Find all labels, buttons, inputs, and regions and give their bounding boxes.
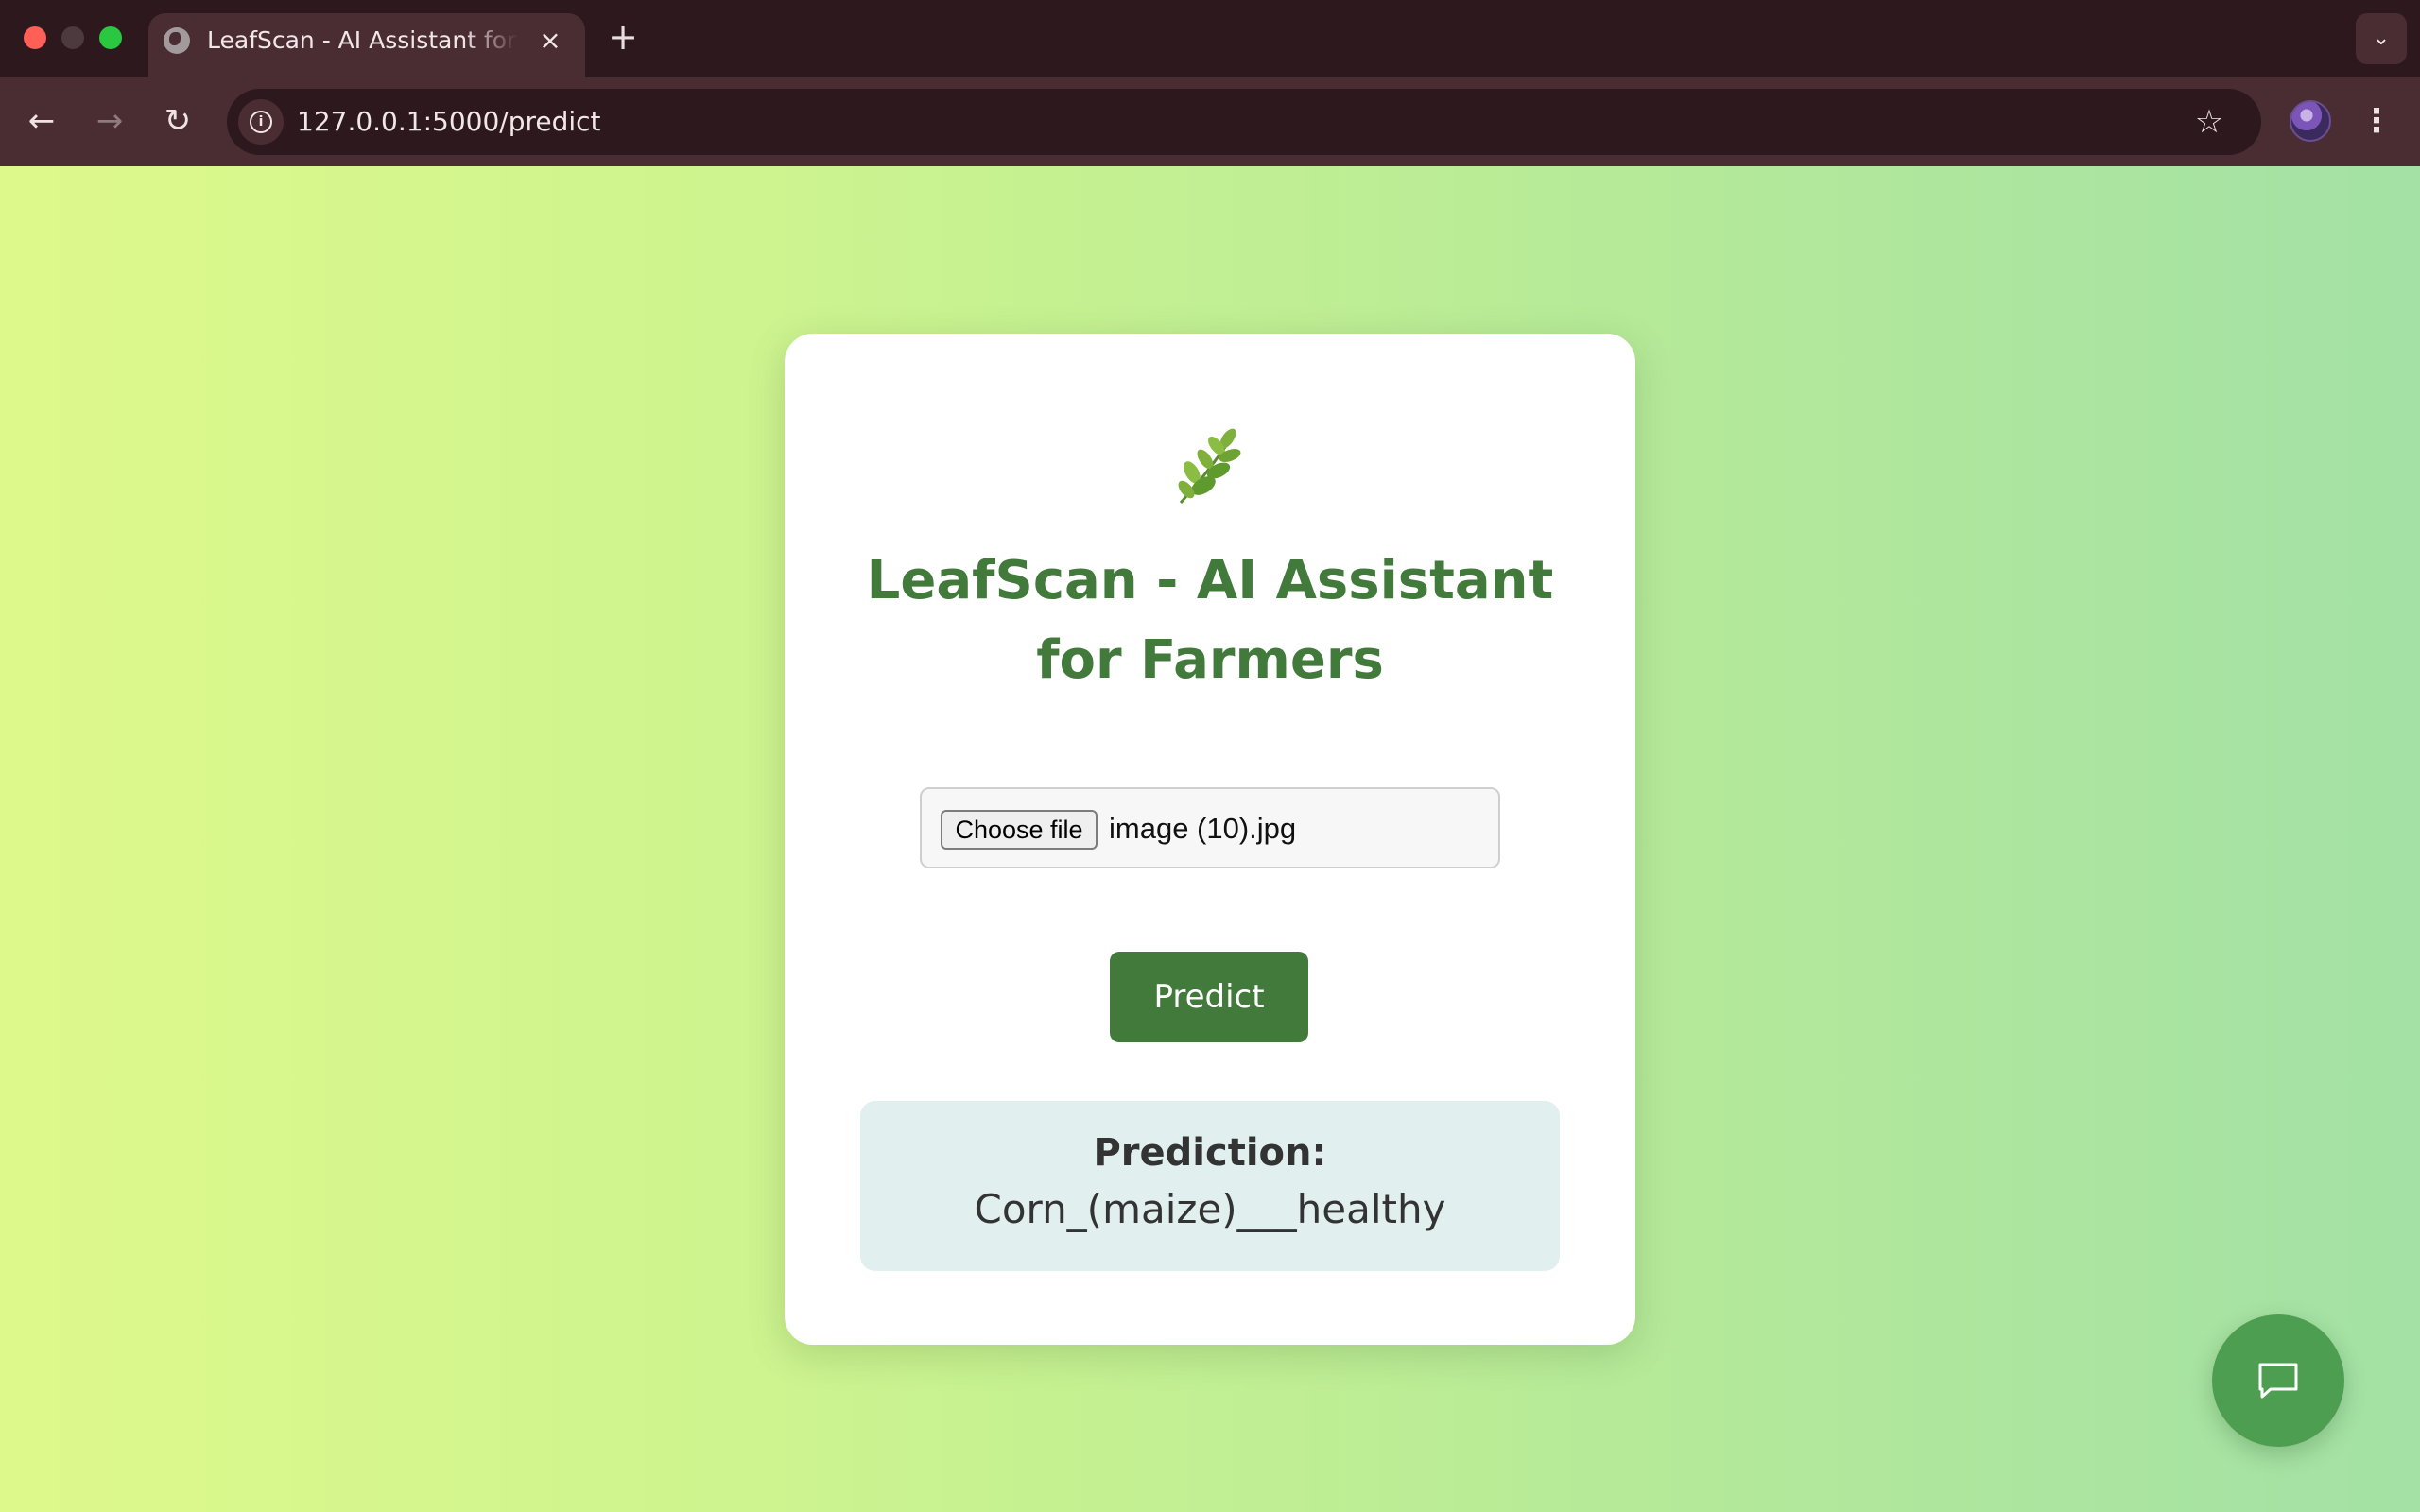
- predict-button[interactable]: Predict: [1110, 952, 1308, 1042]
- herb-leaf-icon: [1178, 428, 1241, 504]
- page-viewport: LeafScan - AI Assistant for Farmers Choo…: [0, 166, 2420, 1512]
- tab-close-icon[interactable]: ×: [534, 25, 566, 57]
- browser-menu-button[interactable]: ⋮: [2360, 98, 2394, 144]
- back-button[interactable]: ←: [19, 98, 64, 144]
- file-input[interactable]: Choose file image (10).jpg: [920, 787, 1500, 868]
- info-icon: i: [250, 111, 272, 133]
- bookmark-star-icon[interactable]: ☆: [2189, 102, 2229, 142]
- choose-file-button[interactable]: Choose file: [941, 810, 1098, 850]
- site-info-button[interactable]: i: [238, 99, 284, 145]
- address-bar[interactable]: i 127.0.0.1:5000/predict ☆: [227, 89, 2261, 155]
- main-card: LeafScan - AI Assistant for Farmers Choo…: [785, 334, 1635, 1345]
- selected-file-name: image (10).jpg: [1109, 812, 1297, 845]
- window-minimize-button[interactable]: [61, 26, 84, 49]
- reload-button[interactable]: ↻: [155, 98, 200, 144]
- chat-bubble-icon: [2258, 1363, 2298, 1399]
- url-text[interactable]: 127.0.0.1:5000/predict: [297, 104, 601, 140]
- prediction-result-panel: Prediction: Corn_(maize)___healthy: [860, 1101, 1560, 1271]
- browser-tab-active[interactable]: LeafScan - AI Assistant for Farmers ×: [148, 13, 585, 77]
- profile-avatar[interactable]: [2290, 100, 2331, 142]
- page-title: LeafScan - AI Assistant for Farmers: [866, 550, 1554, 691]
- browser-tab-strip: LeafScan - AI Assistant for Farmers × + …: [0, 0, 2420, 77]
- tab-search-dropdown-button[interactable]: ⌄: [2356, 13, 2407, 64]
- window-close-button[interactable]: [24, 26, 46, 49]
- new-tab-button[interactable]: +: [603, 17, 643, 57]
- chat-button[interactable]: [2212, 1314, 2344, 1447]
- globe-icon: [164, 27, 190, 54]
- prediction-label: Prediction:: [1093, 1131, 1327, 1175]
- forward-button[interactable]: →: [87, 98, 132, 144]
- tab-title: LeafScan - AI Assistant for Farmers: [207, 26, 519, 54]
- prediction-value: Corn_(maize)___healthy: [974, 1186, 1446, 1232]
- browser-toolbar: ← → ↻ i 127.0.0.1:5000/predict ☆ ⋮: [0, 77, 2420, 166]
- window-maximize-button[interactable]: [99, 26, 122, 49]
